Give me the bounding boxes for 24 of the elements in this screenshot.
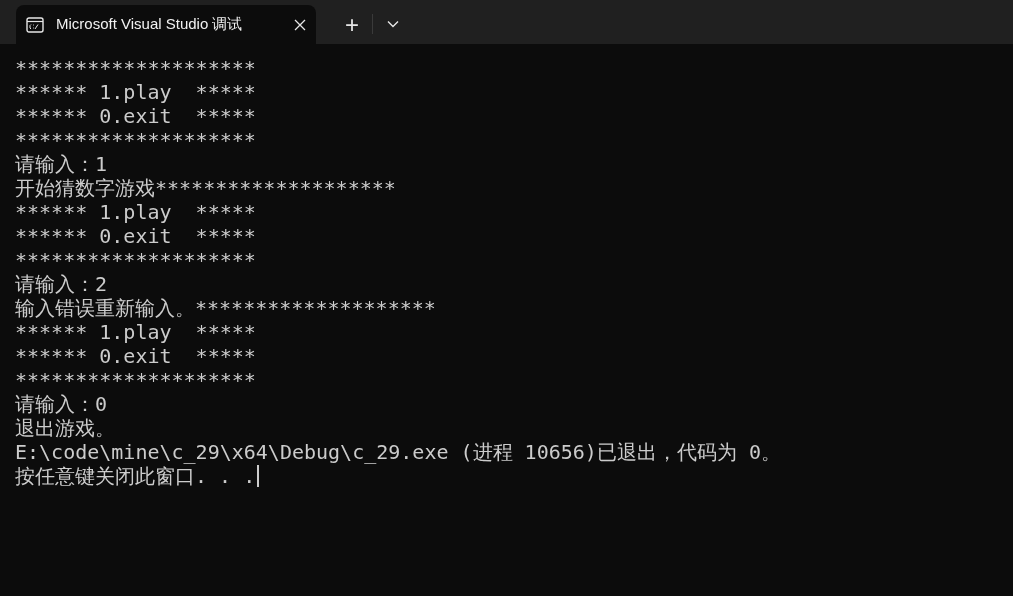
console-line: 输入错误重新输入。******************** [15,296,436,320]
console-line: 按任意键关闭此窗口. . . [15,464,256,488]
console-line: ****** 1.play ***** [15,200,256,224]
console-line: ****** 1.play ***** [15,320,256,344]
dropdown-caret-icon[interactable] [387,20,399,28]
console-line: ******************** [15,368,256,392]
console-icon [26,16,44,33]
tab-title: Microsoft Visual Studio 调试 [56,14,244,35]
console-line: ****** 1.play ***** [15,80,256,104]
console-line: 请输入：2 [15,272,108,296]
console-line: 请输入：0 [15,392,108,416]
console-line: 开始猜数字游戏******************** [15,176,396,200]
console-line: ****** 0.exit ***** [15,224,256,248]
console-line: ******************** [15,248,256,272]
console-line: ******************** [15,56,256,80]
console-line: ****** 0.exit ***** [15,344,256,368]
close-icon[interactable] [294,18,306,31]
new-tab-button[interactable]: + [332,5,372,44]
console-line: 请输入：1 [15,152,108,176]
console-line: E:\code\mine\c_29\x64\Debug\c_29.exe (进程 10656)已退出，代码为 0。 [15,440,781,464]
console-line: ******************** [15,128,256,152]
console-line: ****** 0.exit ***** [15,104,256,128]
terminal-tab[interactable]: Microsoft Visual Studio 调试 [16,5,316,44]
console-line: 退出游戏。 [15,416,115,440]
